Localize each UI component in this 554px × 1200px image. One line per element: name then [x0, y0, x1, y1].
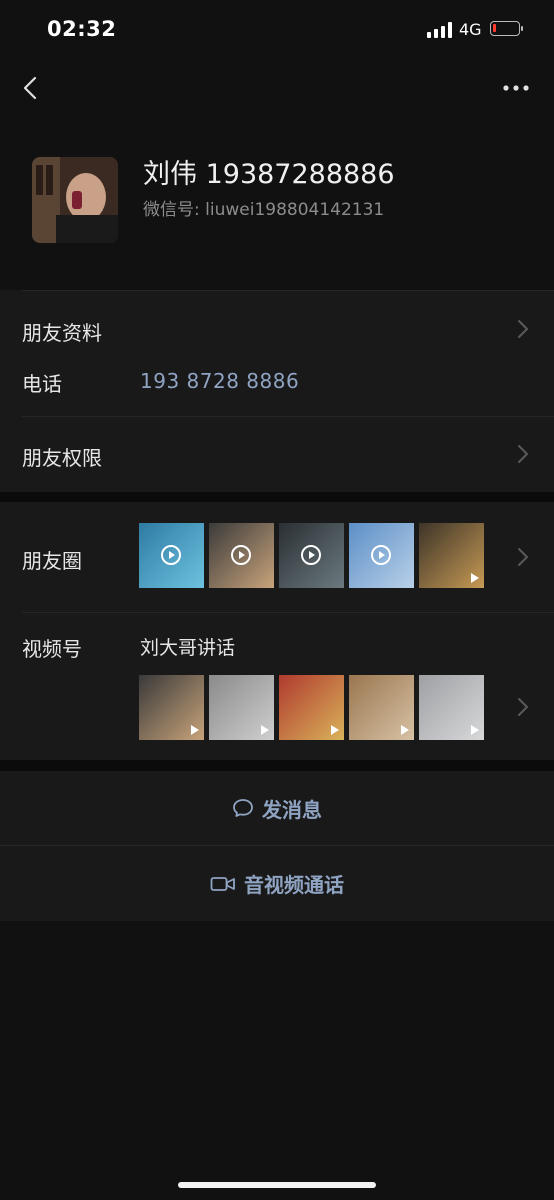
nav-bar	[0, 60, 554, 116]
phone-label: 电话	[22, 372, 62, 396]
moments-thumbnails	[139, 523, 484, 588]
channels-thumbnail	[349, 675, 414, 740]
wechat-id: 微信号: liuwei198804142131	[143, 200, 385, 220]
chevron-left-icon	[23, 76, 37, 100]
channel-title: 刘大哥讲话	[140, 637, 236, 659]
moments-thumbnail	[279, 523, 344, 588]
profile-header: 刘伟 19387288886 微信号: liuwei198804142131	[0, 135, 554, 290]
channels-thumbnails	[139, 675, 484, 740]
channels-thumbnail	[139, 675, 204, 740]
video-call-button[interactable]: 音视频通话	[0, 846, 554, 921]
moments-thumbnail	[139, 523, 204, 588]
chevron-right-icon	[518, 698, 528, 716]
battery-icon	[490, 21, 523, 36]
channels-thumbnail	[419, 675, 484, 740]
play-icon	[261, 725, 269, 735]
moments-thumbnail	[349, 523, 414, 588]
channels-label: 视频号	[22, 637, 82, 661]
moments-thumbnail	[419, 523, 484, 588]
moments-thumbnail	[209, 523, 274, 588]
friend-info-label: 朋友资料	[22, 321, 102, 345]
section-gap	[0, 492, 554, 502]
play-icon	[331, 725, 339, 735]
signal-icon	[427, 22, 452, 38]
play-icon	[301, 545, 321, 565]
permissions-row[interactable]: 朋友权限	[0, 417, 554, 492]
chevron-right-icon	[518, 548, 528, 566]
play-icon	[231, 545, 251, 565]
status-time: 02:32	[47, 17, 117, 41]
home-indicator[interactable]	[178, 1182, 376, 1188]
more-dots-icon	[503, 85, 529, 91]
chevron-right-icon	[518, 445, 528, 463]
play-icon	[401, 725, 409, 735]
contact-name: 刘伟 19387288886	[143, 159, 395, 190]
network-type: 4G	[459, 20, 482, 39]
chevron-right-icon	[518, 320, 528, 338]
back-button[interactable]	[14, 72, 46, 104]
moments-label: 朋友圈	[22, 549, 82, 573]
play-icon	[191, 725, 199, 735]
channels-thumbnail	[279, 675, 344, 740]
play-icon	[471, 573, 479, 583]
section-gap	[0, 760, 554, 771]
chat-bubble-icon	[233, 799, 253, 817]
channels-thumbnail	[209, 675, 274, 740]
video-call-label: 音视频通话	[244, 873, 344, 897]
avatar[interactable]	[32, 157, 118, 243]
send-message-label: 发消息	[262, 797, 322, 822]
play-icon	[371, 545, 391, 565]
more-button[interactable]	[496, 74, 536, 102]
video-camera-icon	[210, 876, 235, 891]
phone-number-link[interactable]: 193 8728 8886	[140, 369, 299, 393]
play-icon	[161, 545, 181, 565]
play-icon	[471, 725, 479, 735]
permissions-label: 朋友权限	[22, 446, 102, 470]
send-message-button[interactable]: 发消息	[0, 771, 554, 845]
status-bar: 02:32 4G	[0, 0, 554, 60]
